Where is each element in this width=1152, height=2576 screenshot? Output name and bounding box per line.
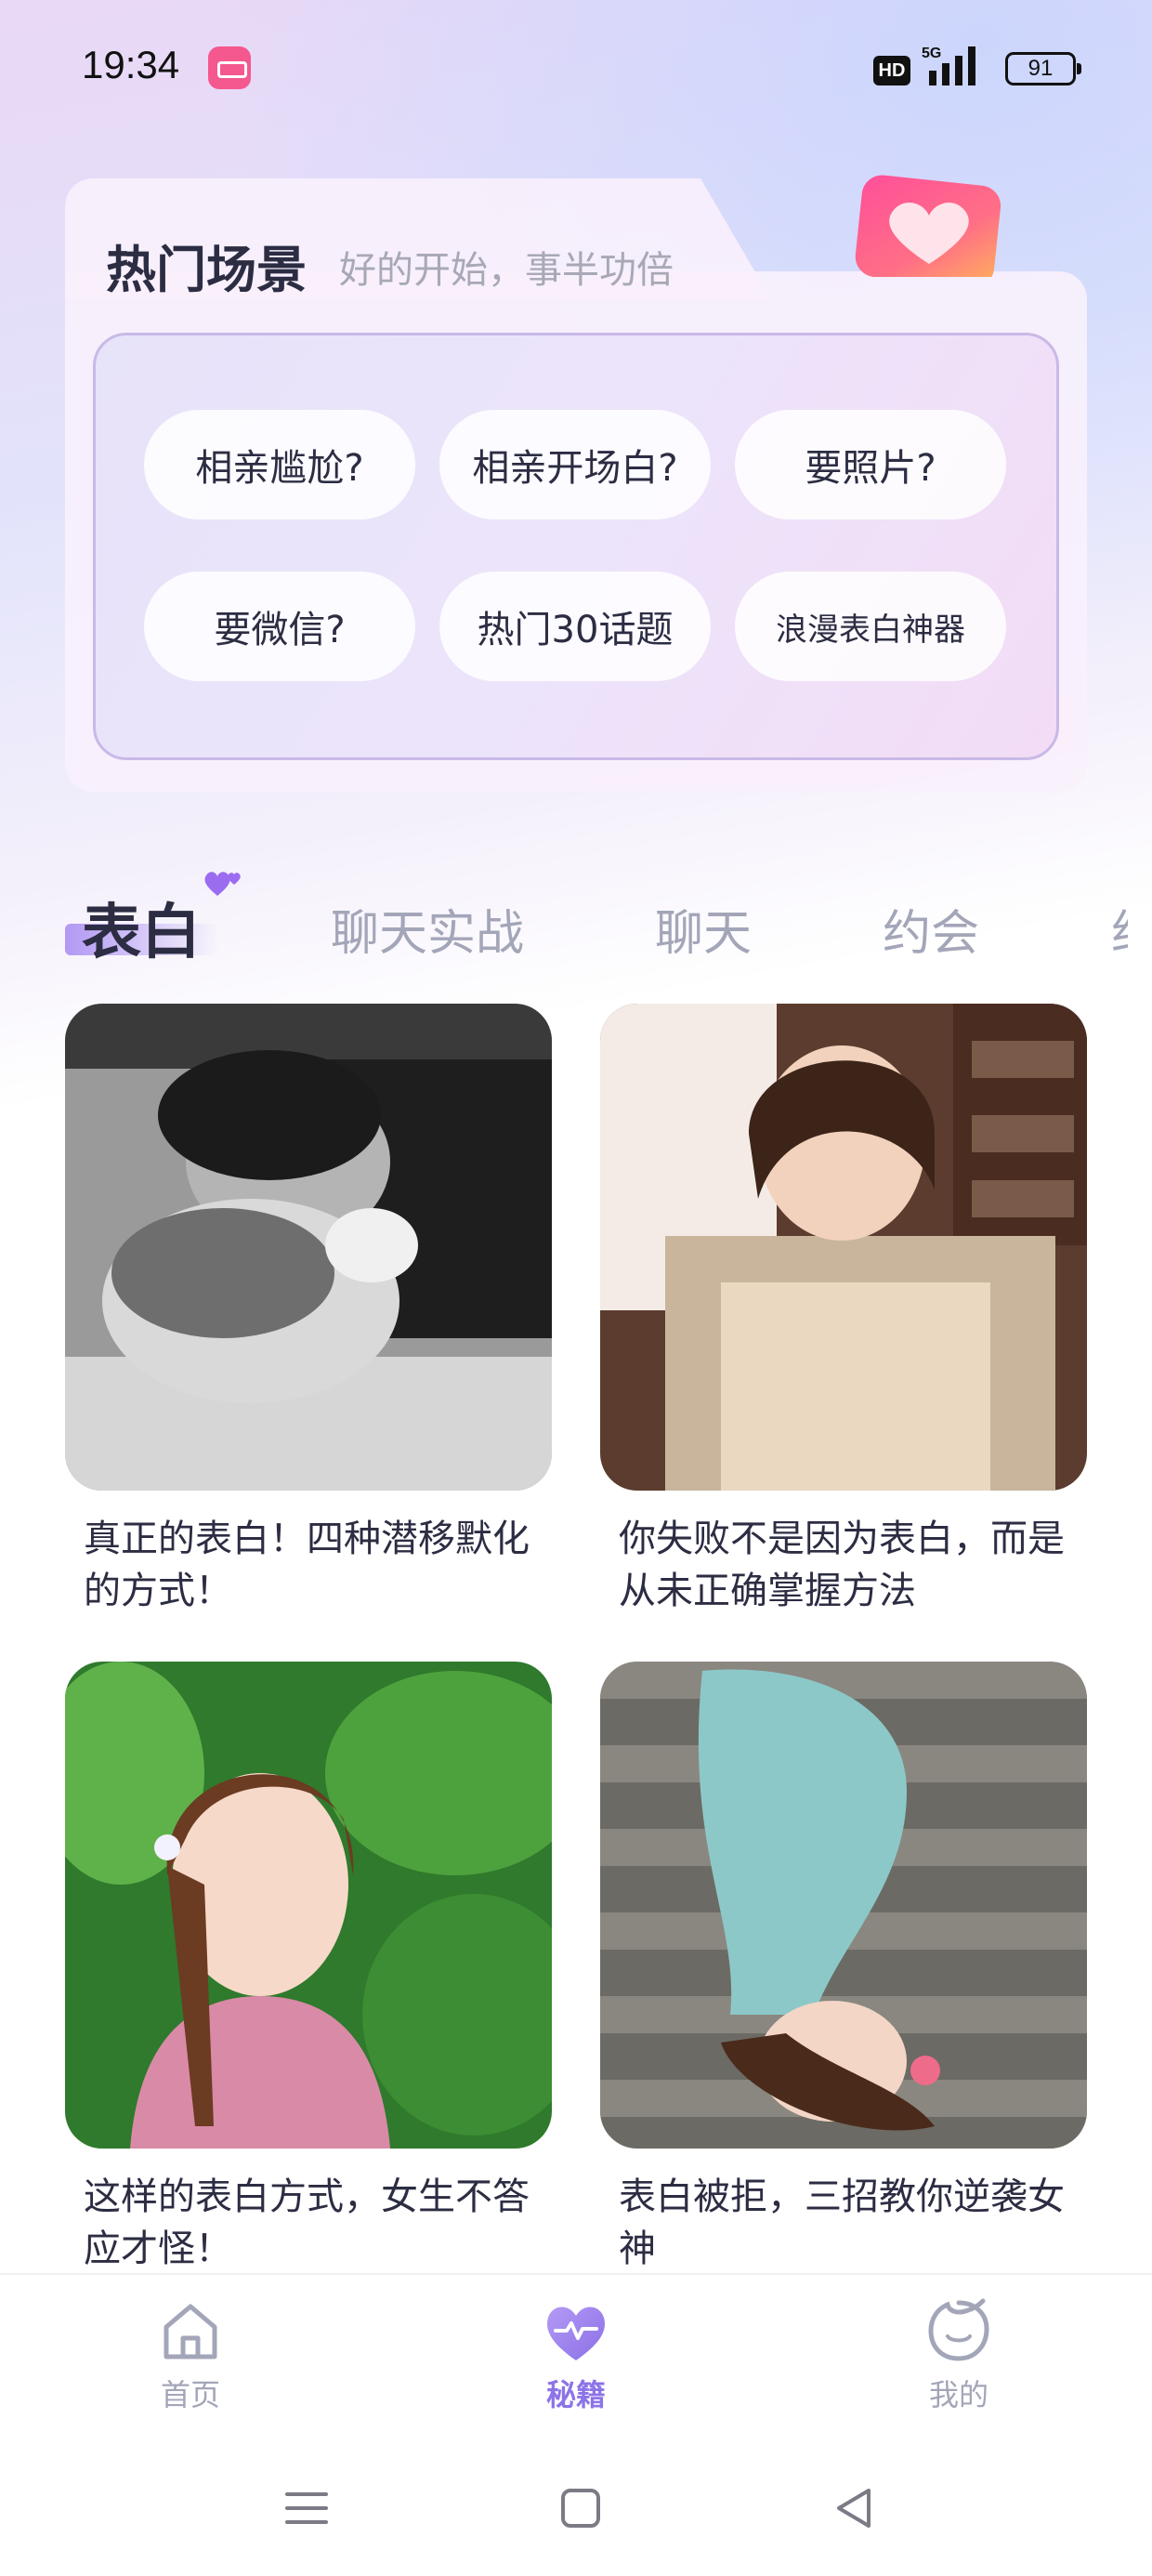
heart-pulse-icon [547, 2307, 605, 2360]
nav-mine[interactable]: 我的 [866, 2293, 1052, 2414]
chip-ask-photo[interactable]: 要照片? [735, 410, 1006, 519]
nav-home[interactable]: 首页 [98, 2293, 283, 2414]
nav-mine-label: 我的 [928, 2377, 988, 2412]
chip-ask-wechat[interactable]: 要微信? [144, 572, 415, 681]
nav-secrets[interactable]: 秘籍 [483, 2293, 669, 2414]
profile-face-icon [928, 2298, 989, 2361]
article-title: 这样的表白方式，女生不答应才怪！ [84, 2175, 530, 2270]
status-time: 19:34 [82, 43, 180, 86]
chip-romantic-confession[interactable]: 浪漫表白神器 [735, 572, 1006, 681]
chip-awkward-date[interactable]: 相亲尴尬? [144, 410, 415, 519]
hot-scenes-title: 热门场景 [106, 241, 307, 299]
heart-decoration-icon [855, 175, 1001, 277]
article-title: 表白被拒，三招教你逆袭女神 [619, 2175, 1065, 2270]
menu-icon[interactable] [274, 2476, 339, 2541]
heart-icon [204, 872, 241, 896]
nav-secrets-label: 秘籍 [545, 2377, 606, 2412]
tab-partial[interactable]: 约 [1111, 894, 1128, 964]
page: 19:34 HD 5G 91 热门场景 好的开始，事半功倍 相亲尴尬? 相亲开场… [0, 0, 1152, 2576]
article-title: 你失败不是因为表白，而是从未正确掌握方法 [619, 1518, 1065, 1612]
status-bar: 19:34 HD 5G 91 [0, 0, 1152, 139]
bottom-nav: 首页 秘籍 我的 [0, 2273, 1152, 2440]
battery-icon: 91 [1005, 52, 1081, 85]
system-navigation-bar [0, 2440, 1152, 2576]
tab-chat-practice[interactable]: 聊天实战 [331, 894, 524, 964]
home-square-icon[interactable] [548, 2476, 613, 2541]
nav-home-label: 首页 [160, 2377, 220, 2412]
signal-strength-icon: 5G [922, 46, 975, 85]
chip-hot-30-topics[interactable]: 热门30话题 [439, 572, 711, 681]
scene-chips-panel: 相亲尴尬? 相亲开场白? 要照片? 要微信? 热门30话题 浪漫表白神器 [93, 333, 1059, 760]
category-tabs: 表白 聊天实战 聊天 约会 约 [0, 864, 1152, 976]
article-card[interactable]: 表白被拒，三招教你逆袭女神 [600, 1662, 1087, 2275]
back-triangle-icon[interactable] [822, 2476, 887, 2541]
tab-confession[interactable]: 表白 [82, 885, 201, 970]
chip-date-opener[interactable]: 相亲开场白? [439, 410, 711, 519]
article-card[interactable]: 你失败不是因为表白，而是从未正确掌握方法 [600, 1004, 1087, 1617]
article-image [65, 1004, 552, 1491]
article-image [600, 1662, 1087, 2149]
home-icon [164, 2304, 217, 2359]
hot-scenes-card: 热门场景 好的开始，事半功倍 相亲尴尬? 相亲开场白? 要照片? 要微信? 热门… [65, 175, 1087, 792]
article-image [600, 1004, 1087, 1491]
tab-dating[interactable]: 约会 [883, 894, 979, 964]
network-type-label: 5G [922, 46, 941, 61]
hot-scenes-subtitle: 好的开始，事半功倍 [339, 249, 674, 292]
hd-badge: HD [873, 56, 910, 85]
tab-chat[interactable]: 聊天 [655, 894, 752, 964]
article-image [65, 1662, 552, 2149]
bilibili-app-icon [208, 46, 251, 89]
article-title: 真正的表白！四种潜移默化的方式！ [84, 1518, 530, 1612]
article-card[interactable]: 真正的表白！四种潜移默化的方式！ [65, 1004, 552, 1617]
article-card[interactable]: 这样的表白方式，女生不答应才怪！ [65, 1662, 552, 2275]
